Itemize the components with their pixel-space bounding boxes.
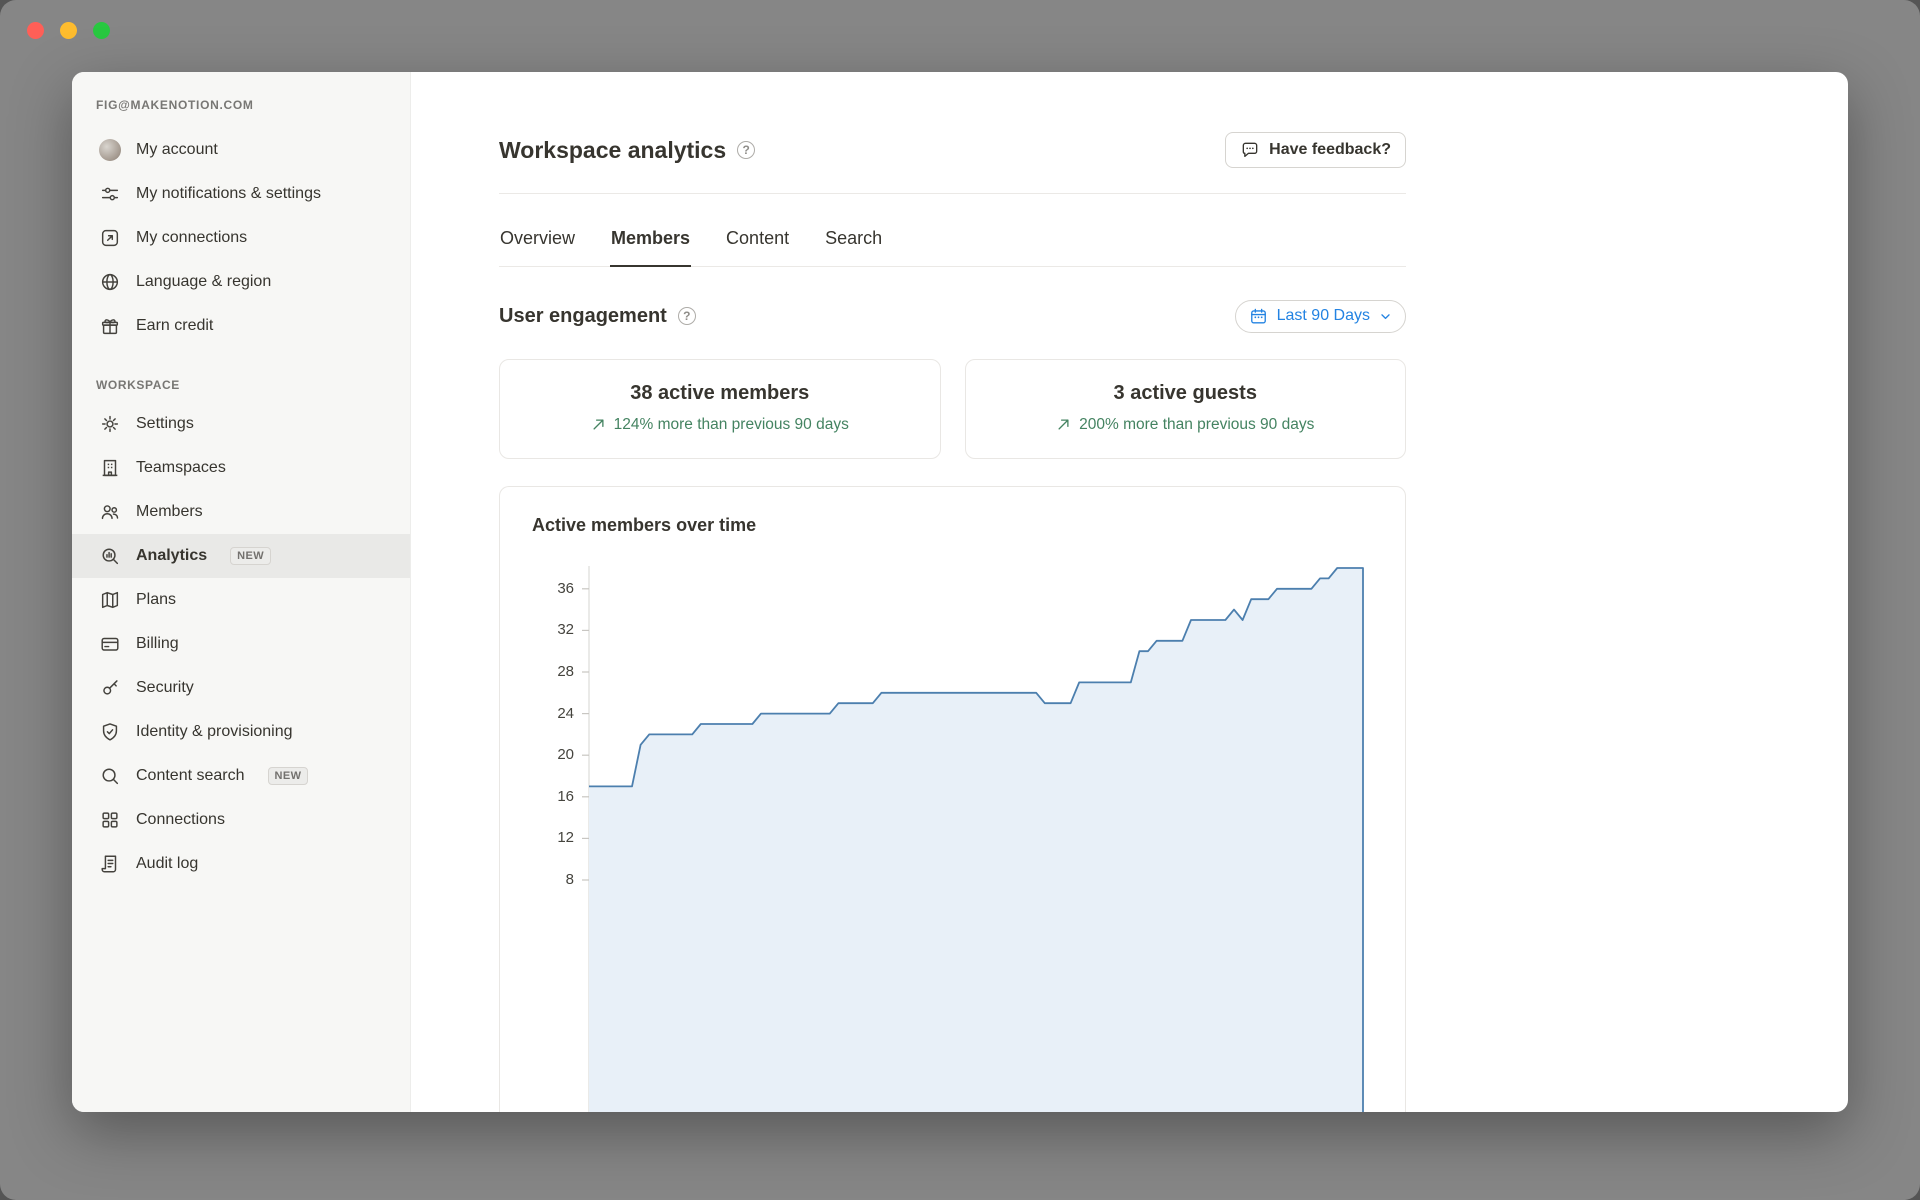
- workspace-section-label: WORKSPACE: [72, 378, 410, 392]
- audit-log-icon: [98, 852, 122, 876]
- have-feedback-button[interactable]: Have feedback?: [1225, 132, 1406, 168]
- tab-members[interactable]: Members: [610, 228, 691, 267]
- y-tick-label: 28: [557, 662, 574, 682]
- y-tick-label: 20: [557, 745, 574, 765]
- sliders-icon: [98, 182, 122, 206]
- analytics-tabs: Overview Members Content Search: [499, 194, 1406, 267]
- feedback-bubble-icon: [1240, 140, 1260, 160]
- sidebar-item-audit-log[interactable]: Audit log: [72, 842, 410, 886]
- account-avatar: [98, 138, 122, 162]
- user-engagement-heading-row: User engagement ?: [499, 305, 696, 328]
- chart-y-axis: 36 32 28 24 20 16 12 8: [532, 566, 574, 1113]
- sidebar-item-members[interactable]: Members: [72, 490, 410, 534]
- active-members-value: 38 active members: [500, 382, 940, 405]
- shield-check-icon: [98, 720, 122, 744]
- tab-content[interactable]: Content: [725, 228, 790, 266]
- account-email: FIG@MAKENOTION.COM: [72, 98, 410, 112]
- date-range-selector[interactable]: Last 90 Days: [1235, 300, 1406, 333]
- new-badge: NEW: [268, 767, 309, 785]
- globe-icon: [98, 270, 122, 294]
- y-tick-label: 8: [566, 870, 574, 890]
- tab-overview[interactable]: Overview: [499, 228, 576, 266]
- chart-title: Active members over time: [532, 515, 1373, 536]
- active-members-stat-card: 38 active members 124% more than previou…: [499, 359, 941, 459]
- settings-window: FIG@MAKENOTION.COM My account My notific…: [72, 72, 1848, 1112]
- sidebar-item-notifications-settings[interactable]: My notifications & settings: [72, 172, 410, 216]
- help-icon[interactable]: ?: [737, 141, 755, 159]
- close-button[interactable]: [27, 22, 44, 39]
- area-fill: [589, 568, 1363, 1113]
- sidebar-item-settings[interactable]: Settings: [72, 402, 410, 446]
- sidebar-item-security[interactable]: Security: [72, 666, 410, 710]
- sidebar-item-content-search[interactable]: Content search NEW: [72, 754, 410, 798]
- sidebar-item-teamspaces[interactable]: Teamspaces: [72, 446, 410, 490]
- sidebar-item-connections[interactable]: Connections: [72, 798, 410, 842]
- map-icon: [98, 588, 122, 612]
- calendar-icon: [1249, 307, 1268, 326]
- search-icon: [98, 764, 122, 788]
- zoom-button[interactable]: [93, 22, 110, 39]
- arrow-out-square-icon: [98, 226, 122, 250]
- sidebar-item-billing[interactable]: Billing: [72, 622, 410, 666]
- y-tick-label: 24: [557, 704, 574, 724]
- desktop-background: FIG@MAKENOTION.COM My account My notific…: [0, 0, 1920, 1200]
- active-members-chart-card: Active members over time 36 32 28 24 20 16 12 8: [499, 486, 1406, 1113]
- grid-icon: [98, 808, 122, 832]
- y-tick-label: 36: [557, 579, 574, 599]
- feedback-button-label: Have feedback?: [1269, 141, 1391, 159]
- y-tick-label: 16: [557, 787, 574, 807]
- user-engagement-heading: User engagement: [499, 305, 667, 328]
- page-title: Workspace analytics: [499, 137, 726, 164]
- analytics-main-panel: Workspace analytics ? Have feedback?: [411, 72, 1848, 1112]
- settings-sidebar: FIG@MAKENOTION.COM My account My notific…: [72, 72, 411, 1112]
- key-icon: [98, 676, 122, 700]
- gear-icon: [98, 412, 122, 436]
- window-controls: [27, 22, 110, 39]
- new-badge: NEW: [230, 547, 271, 565]
- people-icon: [98, 500, 122, 524]
- members-chart-svg: [581, 566, 1375, 1113]
- sidebar-item-my-connections[interactable]: My connections: [72, 216, 410, 260]
- help-icon[interactable]: ?: [678, 307, 696, 325]
- trend-up-icon: [591, 417, 606, 432]
- gift-icon: [98, 314, 122, 338]
- sidebar-item-earn-credit[interactable]: Earn credit: [72, 304, 410, 348]
- sidebar-item-analytics[interactable]: Analytics NEW: [72, 534, 410, 578]
- y-tick-label: 12: [557, 828, 574, 848]
- active-guests-stat-card: 3 active guests 200% more than previous …: [965, 359, 1407, 459]
- sidebar-item-identity-provisioning[interactable]: Identity & provisioning: [72, 710, 410, 754]
- sidebar-item-my-account[interactable]: My account: [72, 128, 410, 172]
- tab-search[interactable]: Search: [824, 228, 883, 266]
- chevron-down-icon: [1379, 310, 1392, 323]
- y-tick-label: 32: [557, 620, 574, 640]
- minimize-button[interactable]: [60, 22, 77, 39]
- analytics-magnifier-icon: [98, 544, 122, 568]
- trend-up-icon: [1056, 417, 1071, 432]
- active-guests-value: 3 active guests: [966, 382, 1406, 405]
- page-title-row: Workspace analytics ?: [499, 137, 755, 164]
- active-guests-delta: 200% more than previous 90 days: [966, 416, 1406, 434]
- sidebar-item-language-region[interactable]: Language & region: [72, 260, 410, 304]
- sidebar-item-plans[interactable]: Plans: [72, 578, 410, 622]
- active-members-delta: 124% more than previous 90 days: [500, 416, 940, 434]
- date-range-label: Last 90 Days: [1277, 307, 1370, 325]
- credit-card-icon: [98, 632, 122, 656]
- chart-plot: [581, 566, 1373, 1113]
- building-icon: [98, 456, 122, 480]
